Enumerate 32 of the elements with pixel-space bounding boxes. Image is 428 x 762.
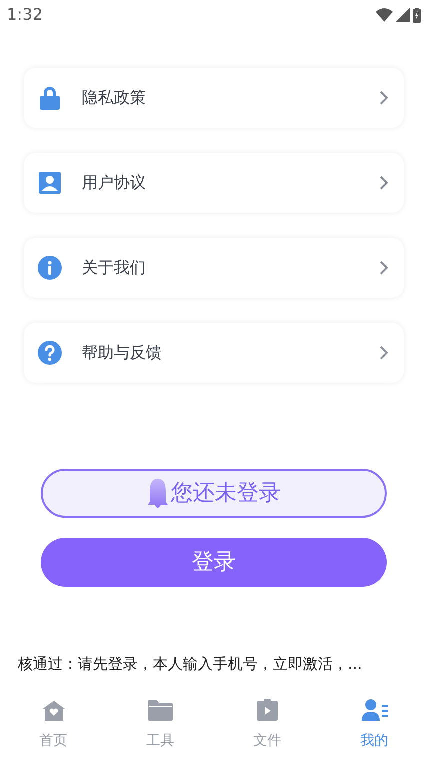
menu-item[interactable]: 用户协议 [24, 153, 404, 213]
chevron-right-icon [380, 261, 388, 275]
tab-bar-item[interactable]: 首页 [0, 698, 107, 752]
user-list-icon [362, 698, 388, 720]
menu-item-label: 隐私政策 [82, 87, 147, 109]
contact-card-icon [38, 171, 62, 195]
chevron-right-icon [380, 176, 388, 190]
help-icon [38, 341, 62, 365]
login-status-text: 您还未登录 [171, 480, 281, 508]
folder-icon [148, 700, 173, 720]
menu-item[interactable]: 帮助与反馈 [24, 323, 404, 383]
clipboard-play-icon [257, 698, 278, 720]
chevron-right-icon [380, 346, 388, 360]
battery-icon [413, 8, 421, 22]
bell-icon [147, 478, 169, 510]
home-icon [42, 700, 64, 720]
tab-bar-item[interactable]: 我的 [321, 698, 428, 752]
menu-item-label: 关于我们 [82, 257, 147, 279]
menu-item-label: 帮助与反馈 [82, 342, 163, 364]
menu-item[interactable]: 隐私政策 [24, 68, 404, 128]
menu-item-label: 用户协议 [82, 172, 147, 194]
info-icon [38, 256, 62, 280]
tab-bar-item[interactable]: 文件 [214, 698, 321, 752]
wifi-icon [376, 8, 393, 22]
login-button[interactable]: 登录 [41, 538, 387, 587]
signal-icon [396, 8, 410, 22]
notice-text: 核通过：请先登录，本人输入手机号，立即激活，... [18, 654, 364, 675]
chevron-right-icon [380, 91, 388, 105]
tab-bar-item[interactable]: 工具 [107, 698, 214, 752]
status-time: 1:32 [7, 4, 43, 26]
lock-icon [38, 86, 62, 110]
menu-item[interactable]: 关于我们 [24, 238, 404, 298]
